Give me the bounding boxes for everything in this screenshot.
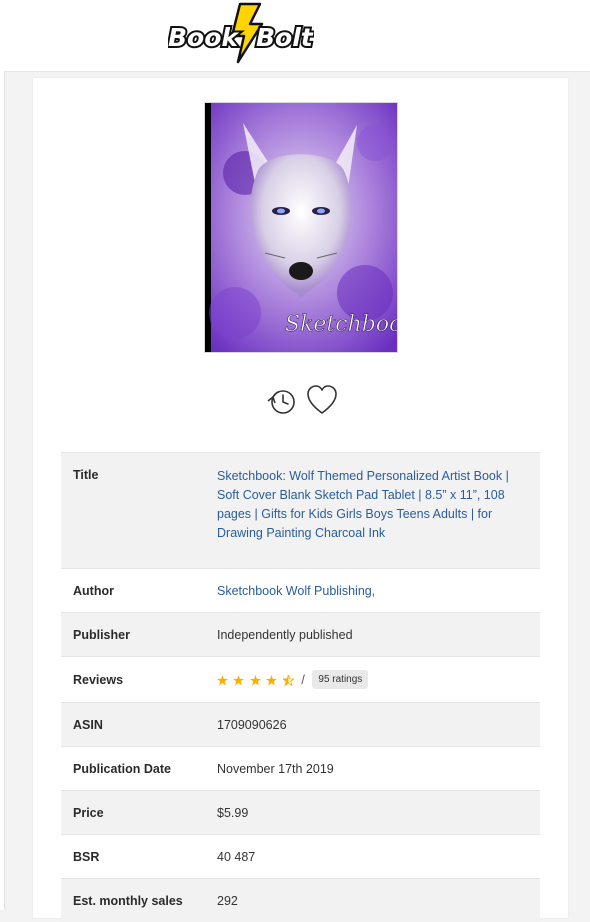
publisher-label: Publisher [61,613,205,657]
author-label: Author [61,569,205,613]
row-bsr: BSR 40 487 [61,835,540,879]
bsr-value: 40 487 [205,835,540,879]
book-actions [262,383,342,419]
asin-value: 1709090626 [205,703,540,747]
star-half-icon [283,675,294,686]
sales-value: 292 [205,879,540,922]
row-publication-date: Publication Date November 17th 2019 [61,747,540,791]
title-label: Title [61,453,205,569]
author-link[interactable]: Sketchbook Wolf Publishing, [217,584,375,598]
star-full-icon [266,675,277,686]
book-details-table: Title Sketchbook: Wolf Themed Personaliz… [61,452,540,922]
publisher-value: Independently published [205,613,540,657]
reviews-value: / 95 ratings [205,657,540,703]
star-full-icon [217,675,228,686]
sales-label: Est. monthly sales [61,879,205,922]
reviews-separator: / [301,673,304,687]
bsr-label: BSR [61,835,205,879]
ratings-count-badge[interactable]: 95 ratings [312,670,368,689]
row-reviews: Reviews / 95 ratings [61,657,540,703]
price-label: Price [61,791,205,835]
star-full-icon [250,675,261,686]
reviews-label: Reviews [61,657,205,703]
row-publisher: Publisher Independently published [61,613,540,657]
top-header: Book Bolt [0,0,590,72]
row-title: Title Sketchbook: Wolf Themed Personaliz… [61,453,540,569]
pubdate-value: November 17th 2019 [205,747,540,791]
logo-text-right: Bolt [256,23,314,52]
left-rail [0,71,5,910]
title-link[interactable]: Sketchbook: Wolf Themed Personalized Art… [217,469,509,540]
logo-text-left: Book [168,23,239,52]
row-asin: ASIN 1709090626 [61,703,540,747]
heart-icon[interactable] [305,383,339,417]
pubdate-label: Publication Date [61,747,205,791]
star-full-icon [233,675,244,686]
star-rating [217,673,296,687]
history-clock-icon[interactable] [264,383,298,417]
bookbolt-logo[interactable]: Book Bolt [168,2,314,64]
book-cover-image[interactable]: Sketchbook [204,102,398,353]
cover-title-text: Sketchbook [285,312,397,337]
row-price: Price $5.99 [61,791,540,835]
row-monthly-sales: Est. monthly sales 292 [61,879,540,922]
row-author: Author Sketchbook Wolf Publishing, [61,569,540,613]
price-value: $5.99 [205,791,540,835]
asin-label: ASIN [61,703,205,747]
book-card: Sketchbook Title Sketchbook: Wolf Themed… [33,78,568,918]
